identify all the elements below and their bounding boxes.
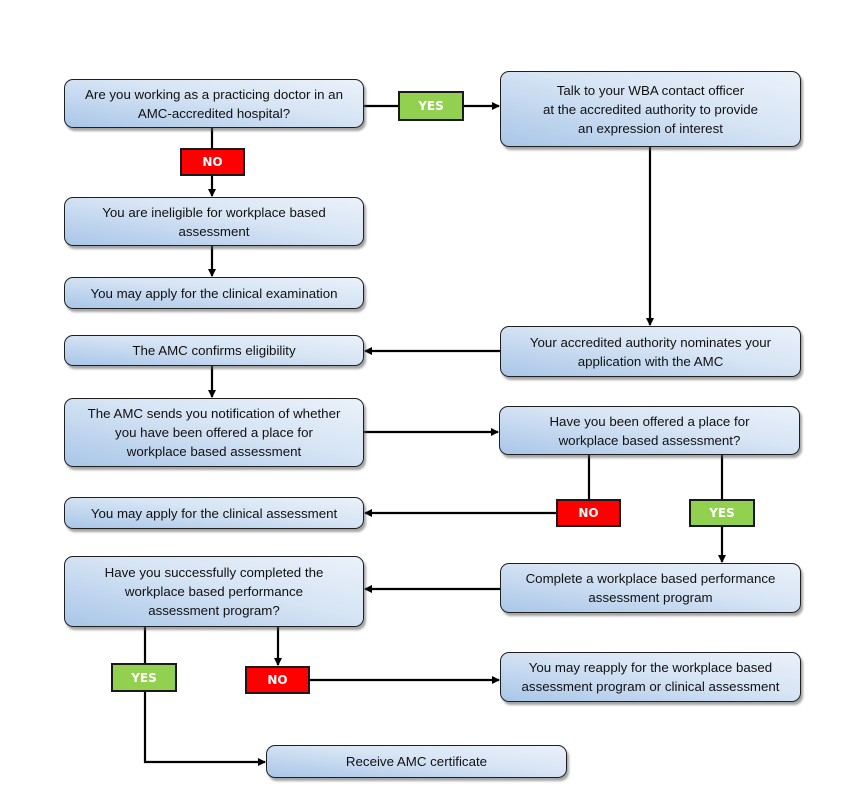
node-wba-contact-officer: Talk to your WBA contact officer at the …: [500, 71, 801, 147]
amc-wba-flowchart: Are you working as a practicing doctor i…: [0, 0, 856, 791]
node-q-completed-program: Have you successfully completed the work…: [64, 556, 364, 627]
node-q-practicing-doctor: Are you working as a practicing doctor i…: [64, 79, 364, 128]
node-reapply: You may reapply for the workplace based …: [500, 652, 801, 702]
tag-q3-yes: YES: [111, 663, 177, 692]
tag-q2-no: NO: [556, 499, 621, 527]
tag-q2-yes: YES: [689, 499, 755, 527]
node-apply-clinical-assessment: You may apply for the clinical assessmen…: [64, 497, 364, 529]
tag-q3-no: NO: [245, 666, 310, 694]
node-complete-program: Complete a workplace based performance a…: [500, 563, 801, 613]
node-authority-nominates: Your accredited authority nominates your…: [500, 326, 801, 377]
connector-yes-to-receive: [143, 692, 266, 766]
node-q-offered-place: Have you been offered a place for workpl…: [499, 406, 800, 455]
node-ineligible: You are ineligible for workplace based a…: [64, 197, 364, 246]
node-apply-clinical-examination: You may apply for the clinical examinati…: [64, 277, 364, 309]
tag-q1-no: NO: [180, 148, 245, 176]
tag-q1-yes: YES: [398, 91, 464, 121]
node-amc-sends-notification: The AMC sends you notification of whethe…: [64, 398, 364, 467]
node-amc-confirms-eligibility: The AMC confirms eligibility: [64, 335, 364, 366]
node-receive-certificate: Receive AMC certificate: [266, 745, 567, 778]
